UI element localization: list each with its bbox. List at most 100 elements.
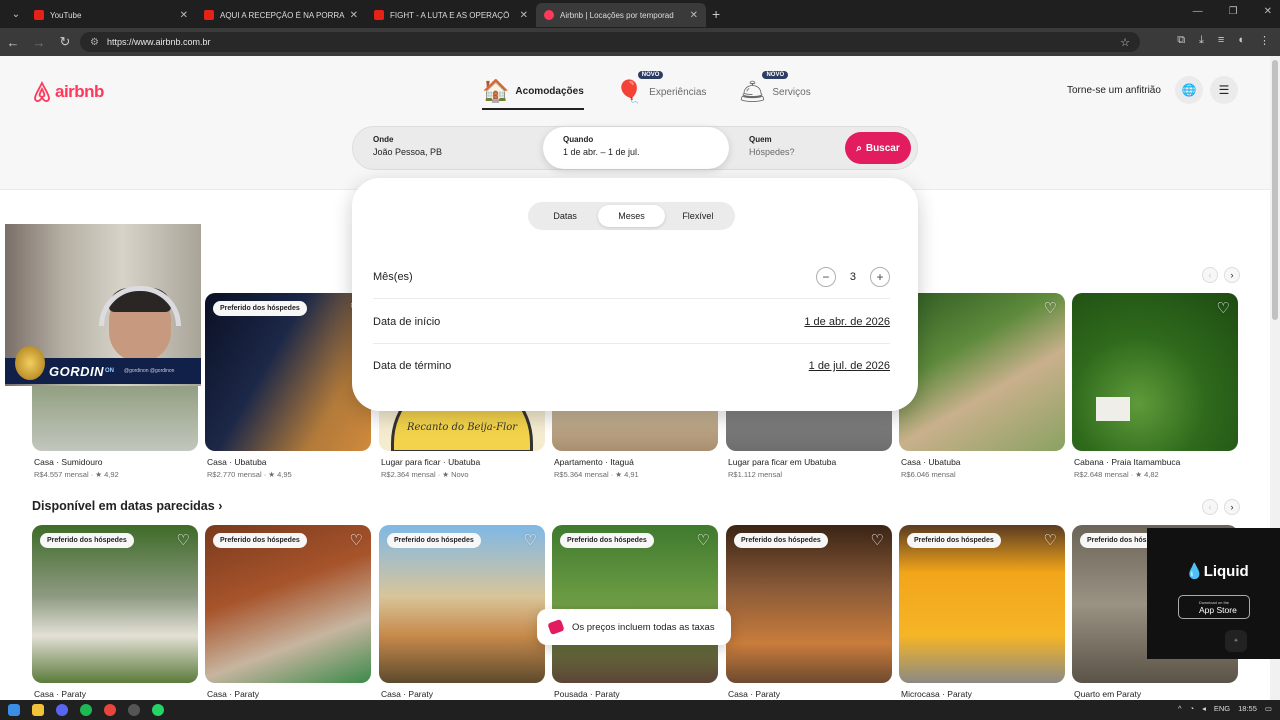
close-window-icon[interactable]: ✕	[1264, 6, 1272, 17]
listing-card[interactable]: Preferido dos hóspedes ♡ Casa · Paraty	[379, 525, 545, 699]
hamburger-menu-icon[interactable]: ☰	[1210, 76, 1238, 104]
chevron-up-icon[interactable]: ^	[1178, 704, 1182, 713]
heart-icon[interactable]: ♡	[871, 531, 884, 549]
prev-arrow-icon[interactable]: ‹	[1202, 499, 1218, 515]
start-icon[interactable]	[8, 704, 20, 716]
webcam-overlay: GORDIN ON @gordinon @gordinon	[5, 224, 201, 386]
listing-title: Casa · Sumidouro	[34, 457, 103, 467]
tab-youtube[interactable]: YouTube ✕	[26, 3, 196, 27]
listing-card[interactable]: Preferido dos hóspedes ♡ Casa · Paraty	[32, 525, 198, 699]
chrome-icon[interactable]	[104, 704, 116, 716]
language-indicator[interactable]: ENG	[1214, 704, 1230, 713]
become-host-link[interactable]: Torne-se um anfitrião	[1067, 85, 1161, 96]
whatsapp-icon[interactable]	[152, 704, 164, 716]
extensions-icon[interactable]: ⧉	[1177, 34, 1185, 47]
guest-favorite-badge: Preferido dos hóspedes	[40, 533, 134, 548]
restore-icon[interactable]: ❐	[1229, 6, 1238, 17]
heart-icon[interactable]: ♡	[1044, 531, 1057, 549]
who-placeholder: Hóspedes?	[749, 147, 795, 157]
prev-arrow-icon[interactable]: ‹	[1202, 267, 1218, 283]
tab-airbnb[interactable]: Airbnb | Locações por temporad ✕	[536, 3, 706, 27]
listing-card[interactable]: Preferido dos hóspedes ♡ Casa · Ubatuba …	[205, 293, 371, 479]
row2-arrows: ‹ ›	[1202, 499, 1240, 515]
price-tag-icon	[547, 618, 565, 636]
heart-icon[interactable]: ♡	[177, 531, 190, 549]
download-icon[interactable]: ⤓	[1199, 34, 1204, 47]
nav-servicos[interactable]: 🛎 NOVO Serviços	[738, 71, 811, 110]
windows-taskbar: ^ ◔ ◂ ENG 18:55 ▭	[0, 700, 1280, 720]
close-tab-icon[interactable]: ✕	[520, 10, 528, 21]
close-tab-icon[interactable]: ✕	[350, 10, 358, 21]
clock[interactable]: 18:55	[1238, 704, 1257, 713]
listing-title: Lugar para ficar em Ubatuba	[728, 457, 837, 467]
url-field[interactable]: ⚙ https://www.airbnb.com.br ☆	[80, 32, 1140, 52]
listing-card[interactable]: ♡ Cabana · Praia Itamambuca R$2.648 mens…	[1072, 293, 1238, 479]
minimize-icon[interactable]: —	[1193, 6, 1203, 17]
start-date-row: Data de início 1 de abr. de 2026	[373, 300, 890, 344]
guest-favorite-badge: Preferido dos hóspedes	[907, 533, 1001, 548]
new-tab-button[interactable]: +	[712, 6, 720, 22]
profile-icon[interactable]: ◐	[1238, 34, 1245, 47]
search-icon: ⌕	[856, 142, 862, 154]
file-explorer-icon[interactable]	[32, 704, 44, 716]
notifications-icon[interactable]: ▭	[1265, 704, 1272, 713]
scrollbar-thumb[interactable]	[1272, 60, 1278, 320]
months-row: Mês(es) − 3 +	[373, 255, 890, 299]
end-date-link[interactable]: 1 de jul. de 2026	[809, 360, 890, 372]
where-field[interactable]: Onde João Pessoa, PB	[353, 127, 543, 169]
listing-title: Pousada · Paraty	[554, 689, 620, 699]
app-store-badge[interactable]: Download on the App Store	[1178, 595, 1250, 619]
airbnb-logo[interactable]: airbnb	[32, 81, 104, 103]
heart-icon[interactable]: ♡	[1217, 299, 1230, 317]
tab-flexivel[interactable]: Flexível	[665, 205, 731, 227]
heart-icon[interactable]: ♡	[524, 531, 537, 549]
wifi-icon[interactable]: ◔	[1190, 704, 1195, 713]
listing-card[interactable]: Preferido dos hóspedes ♡ Microcasa · Para…	[899, 525, 1065, 699]
next-arrow-icon[interactable]: ›	[1224, 499, 1240, 515]
heart-icon[interactable]: ♡	[350, 531, 363, 549]
listing-card[interactable]: ♡ Casa · Ubatuba R$6.046 mensal	[899, 293, 1065, 479]
heart-icon[interactable]: ♡	[697, 531, 710, 549]
reload-icon[interactable]: ↻	[52, 34, 78, 50]
tab-meses[interactable]: Meses	[598, 205, 665, 227]
section-title-link[interactable]: Disponível em datas parecidas ›	[32, 499, 222, 513]
tab-search-icon[interactable]: ⌄	[6, 9, 26, 20]
close-tab-icon[interactable]: ✕	[690, 10, 698, 21]
search-button[interactable]: ⌕ Buscar	[845, 132, 911, 164]
bookmark-star-icon[interactable]: ☆	[1120, 36, 1130, 49]
who-field[interactable]: Quem Hóspedes?	[729, 127, 839, 169]
nav-acomodacoes[interactable]: 🏠 Acomodações	[482, 74, 584, 110]
spotify-icon[interactable]	[80, 704, 92, 716]
nav-label: Serviços	[772, 86, 811, 98]
nav-label: Experiências	[649, 86, 707, 98]
tab-recepcao[interactable]: AQUI A RECEPÇÃO É NA PORRA ✕	[196, 3, 366, 27]
listing-card[interactable]: Preferido dos hóspedes ♡ Casa · Paraty	[726, 525, 892, 699]
volume-icon[interactable]: ◂	[1202, 704, 1206, 713]
heart-icon[interactable]: ♡	[1044, 299, 1057, 317]
listing-price: R$2.364 mensal · ★ Novo	[381, 470, 469, 479]
tab-title: YouTube	[50, 10, 82, 20]
discord-icon[interactable]	[56, 704, 68, 716]
next-arrow-icon[interactable]: ›	[1224, 267, 1240, 283]
plus-icon[interactable]: +	[870, 266, 890, 287]
tab-datas[interactable]: Datas	[532, 205, 598, 227]
listing-title: Microcasa · Paraty	[901, 689, 972, 699]
close-tab-icon[interactable]: ✕	[180, 10, 188, 21]
bell-icon: 🛎	[738, 79, 767, 104]
globe-icon[interactable]: 🌐	[1175, 76, 1203, 104]
tab-fight[interactable]: FIGHT - A LUTA E AS OPERAÇÕ ✕	[366, 3, 536, 27]
menu-dots-icon[interactable]: ⋮	[1259, 34, 1270, 47]
start-date-link[interactable]: 1 de abr. de 2026	[804, 316, 890, 328]
minus-icon[interactable]: −	[815, 266, 836, 287]
house-icon: 🏠	[482, 78, 510, 103]
when-field[interactable]: Quando 1 de abr. – 1 de jul.	[543, 127, 729, 169]
forward-icon[interactable]: →	[26, 35, 52, 50]
listing-title: Casa · Paraty	[34, 689, 86, 699]
sponsor-logo: ✳	[1225, 630, 1247, 652]
back-icon[interactable]: ←	[0, 35, 26, 50]
listing-card[interactable]: Preferido dos hóspedes ♡ Casa · Paraty	[205, 525, 371, 699]
reading-list-icon[interactable]: ≡	[1218, 34, 1224, 47]
nav-experiencias[interactable]: 🎈 NOVO Experiências	[616, 71, 707, 110]
site-info-icon[interactable]: ⚙	[90, 37, 99, 48]
obs-icon[interactable]	[128, 704, 140, 716]
